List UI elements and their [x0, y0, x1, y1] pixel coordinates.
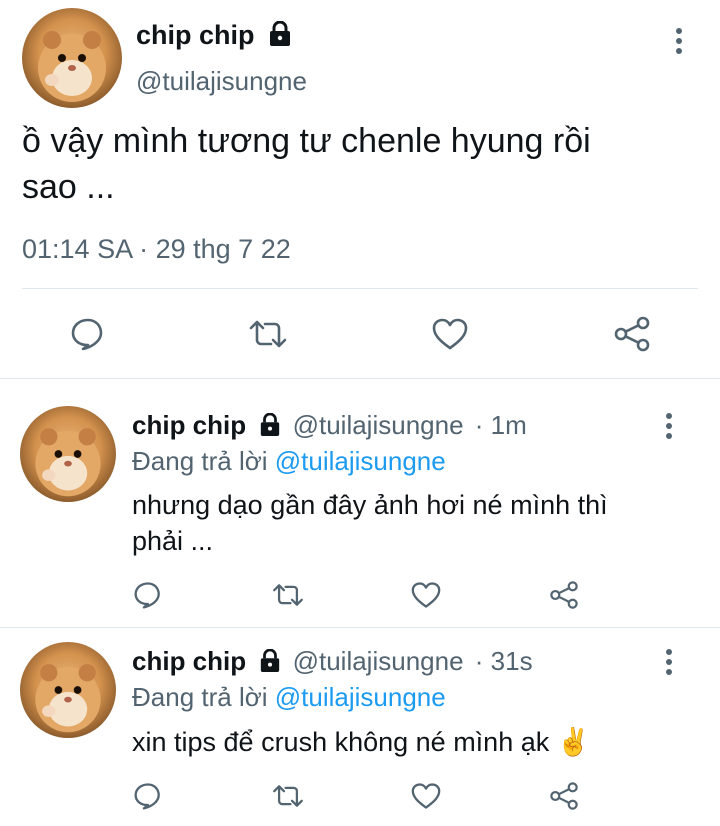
handle[interactable]: @tuilajisungne — [293, 646, 464, 676]
mention-link[interactable]: @tuilajisungne — [275, 446, 446, 476]
reply-button[interactable] — [66, 312, 110, 356]
time-ago[interactable]: · 31s — [475, 646, 533, 676]
avatar[interactable] — [20, 642, 116, 738]
handle[interactable]: @tuilajisungne — [136, 66, 307, 97]
reply-button[interactable] — [130, 778, 166, 814]
divider — [0, 627, 720, 628]
reply-icon — [134, 783, 160, 810]
display-name[interactable]: chip chip — [136, 20, 292, 51]
tweet-text-line-2: phải ... — [132, 526, 214, 556]
like-button[interactable] — [408, 778, 444, 814]
hamster-avatar-image — [38, 31, 106, 102]
tweet-text-line-1: ồ vậy mình tương tư chenle hyung rồi — [22, 122, 591, 160]
mention-link[interactable]: @tuilajisungne — [275, 682, 446, 712]
tweet-text-line-1: nhưng dạo gần đây ảnh hơi né mình thì — [132, 490, 608, 520]
tweet-date: 29 thg 7 22 — [155, 234, 291, 264]
share-icon — [550, 782, 578, 810]
meta-separator: · — [131, 234, 156, 264]
replying-to: Đang trả lời @tuilajisungne — [132, 682, 446, 712]
like-button[interactable] — [428, 312, 472, 356]
tweet-text-line-1: xin tips để crush không né mình ạk ✌ — [132, 727, 591, 757]
retweet-button[interactable] — [246, 312, 290, 356]
reply-icon — [134, 582, 160, 609]
retweet-button[interactable] — [270, 778, 306, 814]
share-button[interactable] — [610, 312, 654, 356]
reply-header: chip chip @tuilajisungne · 1m — [132, 410, 527, 441]
share-icon — [550, 581, 578, 609]
more-vertical-icon[interactable] — [662, 648, 676, 676]
retweet-icon — [273, 584, 303, 606]
lock-icon — [270, 21, 291, 46]
avatar[interactable] — [20, 406, 116, 502]
retweet-icon — [249, 320, 287, 348]
time-ago[interactable]: · 1m — [475, 410, 527, 440]
retweet-button[interactable] — [270, 577, 306, 613]
tweet-time: 01:14 SA — [22, 234, 132, 264]
like-button[interactable] — [408, 577, 444, 613]
hamster-avatar-image — [35, 664, 101, 733]
share-icon — [614, 316, 650, 352]
share-button[interactable] — [546, 577, 582, 613]
hamster-avatar-image — [35, 428, 101, 497]
heart-icon — [411, 783, 441, 809]
more-vertical-icon[interactable] — [672, 26, 686, 56]
share-button[interactable] — [546, 778, 582, 814]
divider — [22, 288, 698, 289]
lock-icon — [261, 413, 280, 436]
divider — [0, 378, 720, 379]
replying-to: Đang trả lời @tuilajisungne — [132, 446, 446, 476]
reply-header: chip chip @tuilajisungne · 31s — [132, 646, 533, 677]
reply-icon — [71, 318, 103, 351]
heart-icon — [432, 318, 468, 350]
more-vertical-icon[interactable] — [662, 412, 676, 440]
reply-button[interactable] — [130, 577, 166, 613]
tweet-text-line-2: sao ... — [22, 168, 115, 206]
retweet-icon — [273, 785, 303, 807]
handle[interactable]: @tuilajisungne — [293, 410, 464, 440]
heart-icon — [411, 582, 441, 608]
display-name[interactable]: chip chip — [132, 646, 246, 676]
lock-icon — [261, 649, 280, 672]
tweet-timestamp[interactable]: 01:14 SA · 29 thg 7 22 — [22, 234, 291, 265]
avatar[interactable] — [22, 8, 122, 108]
display-name[interactable]: chip chip — [132, 410, 246, 440]
